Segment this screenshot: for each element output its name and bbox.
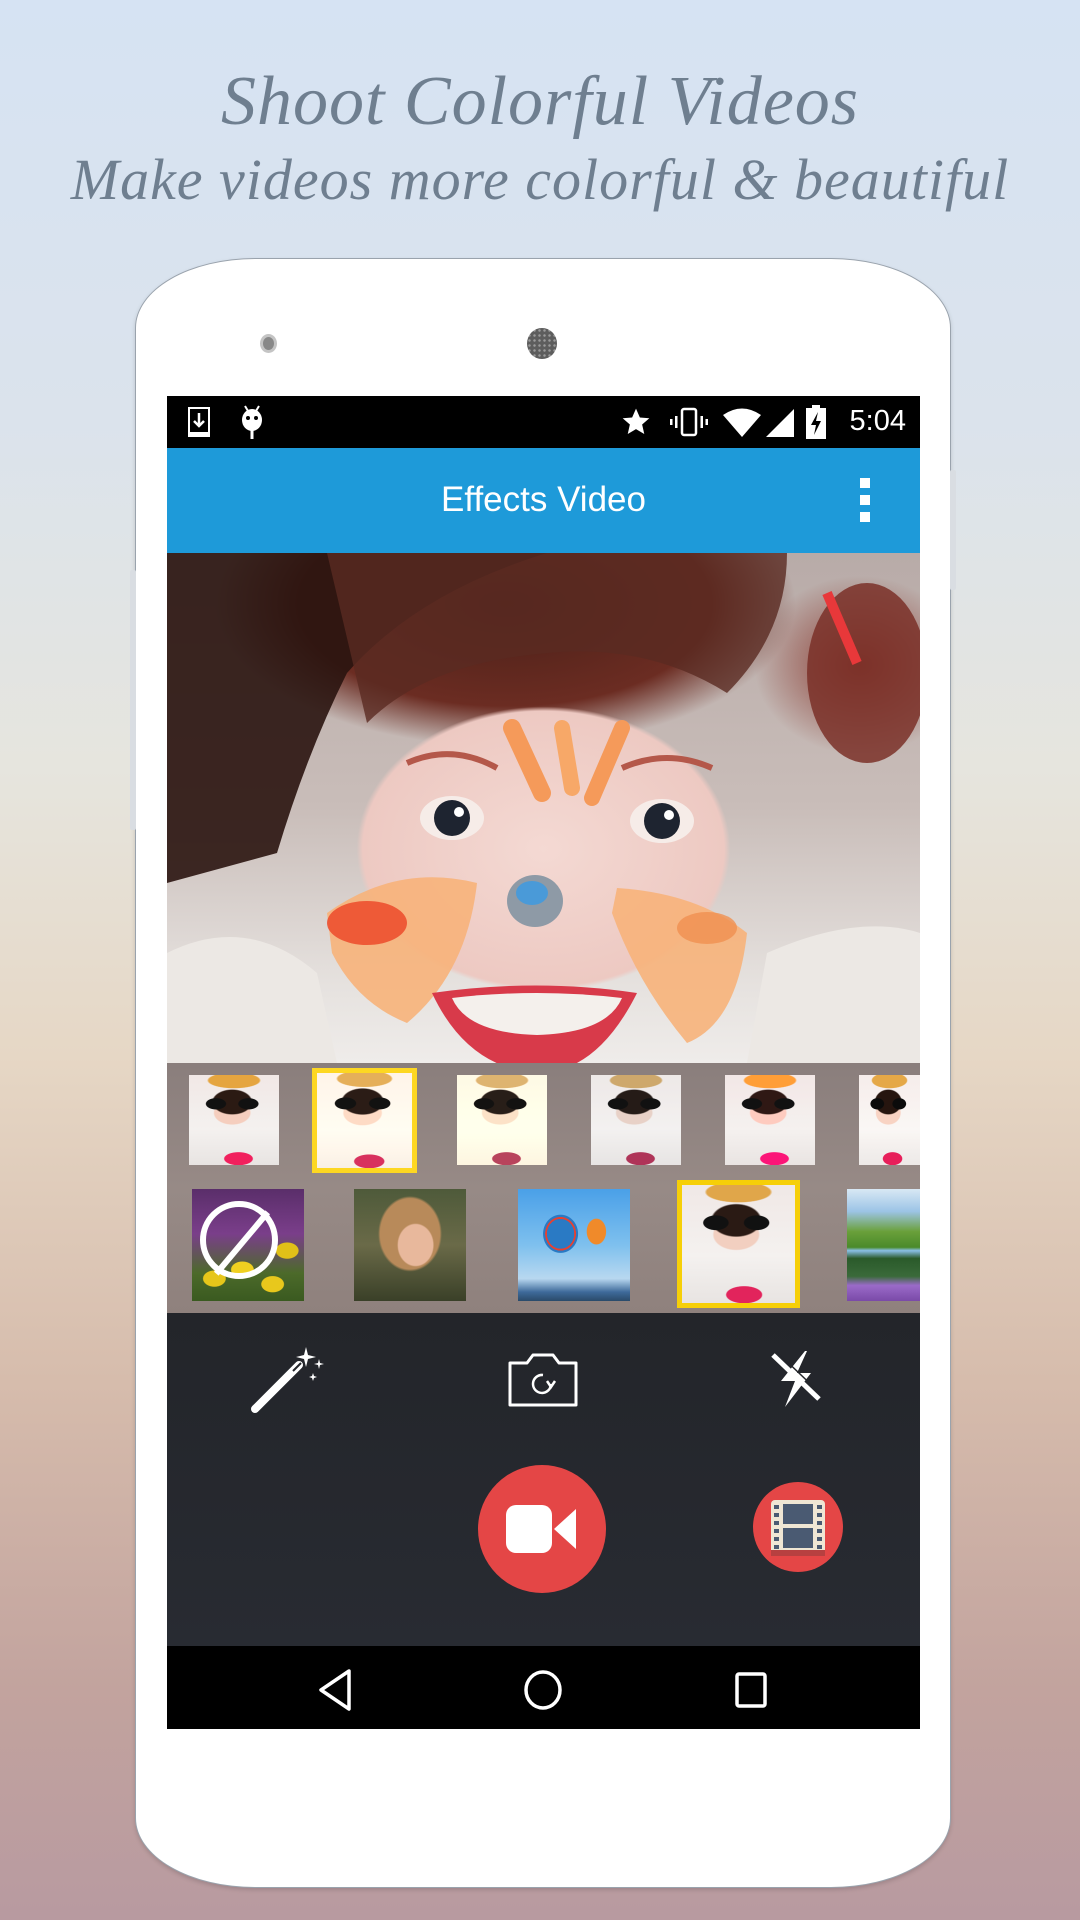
video-camera-icon	[506, 1505, 576, 1553]
overflow-menu-button[interactable]	[860, 478, 872, 522]
battery-charging-icon	[806, 405, 826, 439]
filter-thumb-4[interactable]	[591, 1075, 681, 1165]
overflow-menu-icon	[860, 478, 870, 488]
status-time: 5:04	[849, 405, 906, 437]
home-icon[interactable]	[521, 1668, 565, 1712]
earpiece-speaker	[527, 328, 557, 359]
promo-title: Shoot Colorful Videos	[220, 63, 860, 140]
wifi-icon	[723, 408, 761, 437]
vibrate-icon	[670, 407, 708, 437]
filter-thumb-6[interactable]	[859, 1075, 920, 1165]
recents-icon[interactable]	[731, 1670, 771, 1710]
proximity-sensor	[260, 334, 277, 353]
gallery-button[interactable]	[753, 1482, 843, 1572]
filter-thumb-2-selected[interactable]	[312, 1068, 417, 1173]
phone-side-button-right	[950, 470, 956, 590]
magic-wand-icon[interactable]	[249, 1343, 329, 1415]
filter-thumb-1[interactable]	[189, 1075, 279, 1165]
promo-subtitle: Make videos more colorful & beautiful	[70, 147, 1010, 212]
android-debug-icon	[242, 405, 262, 439]
app-title: Effects Video	[441, 480, 646, 519]
film-strip-icon	[771, 1500, 825, 1556]
effect-thumb-nature[interactable]	[847, 1189, 920, 1301]
status-bar: 5:04	[167, 396, 920, 448]
filter-thumb-3[interactable]	[457, 1075, 547, 1165]
preview-image	[167, 553, 920, 1063]
back-icon[interactable]	[315, 1668, 355, 1712]
phone-screen: 5:04 Effects Video	[167, 396, 920, 1729]
effect-thumb-balloons[interactable]	[518, 1189, 630, 1301]
no-effect-icon	[200, 1201, 278, 1279]
phone-side-button	[130, 570, 136, 830]
star-icon	[622, 408, 650, 434]
record-button[interactable]	[478, 1465, 606, 1593]
flash-off-icon[interactable]	[765, 1349, 825, 1409]
camera-controls	[167, 1313, 920, 1646]
effect-thumb-kid-selected[interactable]	[677, 1180, 800, 1308]
effect-thumb-none[interactable]	[192, 1189, 304, 1301]
effect-thumb-woman[interactable]	[354, 1189, 466, 1301]
signal-icon	[766, 409, 794, 437]
effects-panel	[167, 1063, 920, 1313]
camera-preview[interactable]	[167, 553, 920, 1063]
filter-thumb-5[interactable]	[725, 1075, 815, 1165]
menu-dot	[860, 495, 870, 505]
camera-switch-icon[interactable]	[507, 1351, 579, 1409]
download-icon	[188, 407, 210, 437]
app-bar: Effects Video	[167, 448, 920, 553]
menu-dot	[860, 512, 870, 522]
navigation-bar	[167, 1646, 920, 1729]
